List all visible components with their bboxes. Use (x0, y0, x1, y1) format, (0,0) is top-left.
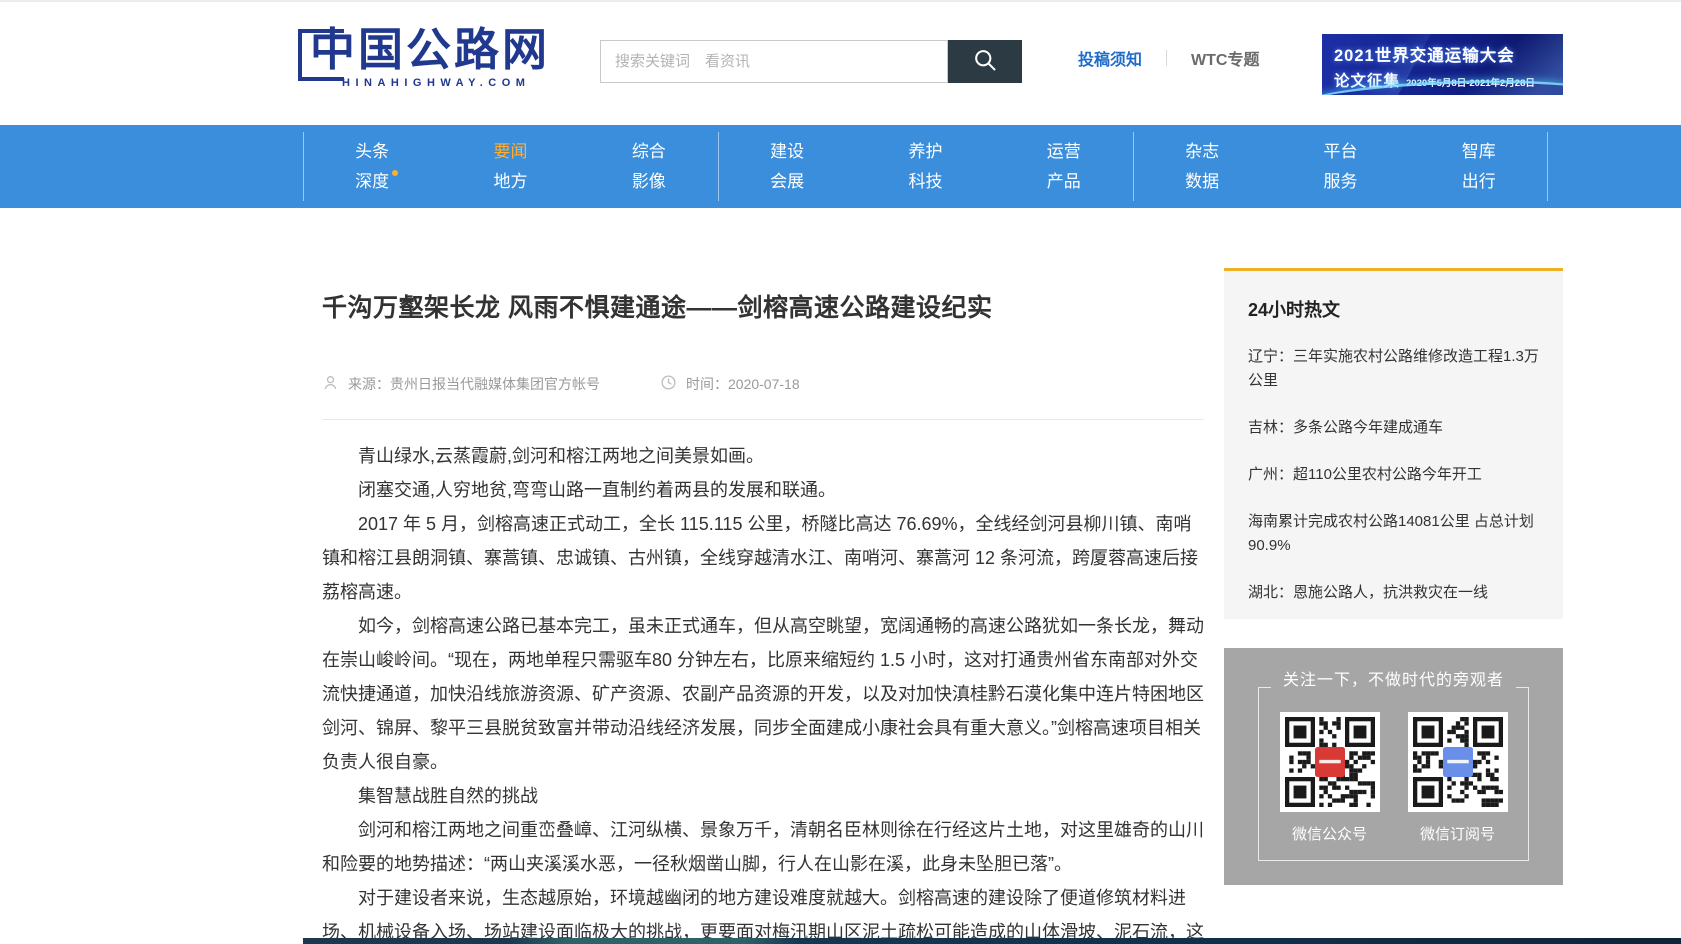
qr-code-image (1280, 712, 1380, 812)
nav-group-7: 杂志数据 (1133, 125, 1271, 208)
link-submission-notice[interactable]: 投稿须知 (1078, 46, 1142, 70)
hot-list: 辽宁：三年实施农村公路维修改造工程1.3万公里吉林：多条公路今年建成通车广州：超… (1248, 345, 1539, 605)
nav-item-要闻[interactable]: 要闻 (493, 143, 527, 160)
article: 千沟万壑架长龙 风雨不惧建通途——剑榕高速公路建设纪实 来源：贵州日报当代融媒体… (322, 268, 1204, 944)
nav-item-地方[interactable]: 地方 (493, 173, 527, 190)
nav-item-出行[interactable]: 出行 (1462, 173, 1496, 190)
article-paragraph: 青山绿水,云蒸霞蔚,剑河和榕江两地之间美景如画。 (322, 439, 1204, 473)
qr-column-1: 微信公众号 (1280, 712, 1380, 844)
nav-item-服务[interactable]: 服务 (1323, 173, 1357, 190)
nav-group-3: 综合影像 (580, 125, 718, 208)
qr-code-image (1408, 712, 1508, 812)
wtc-ad-banner[interactable]: 2021世界交通运输大会 论文征集 2020年5月8日-2021年2月28日 (1322, 34, 1563, 95)
hot-article-link[interactable]: 辽宁：三年实施农村公路维修改造工程1.3万公里 (1248, 345, 1539, 393)
article-time: 时间：2020-07-18 (660, 374, 800, 394)
article-source: 来源：贵州日报当代融媒体集团官方帐号 (322, 374, 600, 394)
nav-item-平台[interactable]: 平台 (1323, 143, 1357, 160)
article-paragraph: 集智慧战胜自然的挑战 (322, 779, 1204, 813)
main-nav: 头条深度要闻地方综合影像建设会展养护科技运营产品杂志数据平台服务智库出行 (0, 125, 1681, 208)
hot-article-link[interactable]: 湖北：恩施公路人，抗洪救灾在一线 (1248, 581, 1539, 605)
nav-item-头条[interactable]: 头条 (355, 143, 389, 160)
nav-item-数据[interactable]: 数据 (1185, 173, 1219, 190)
nav-group-2: 要闻地方 (441, 125, 579, 208)
footer-edge-bar (303, 938, 1681, 944)
page: 中国公路网 HINAHIGHWAY.COM 投稿须知 WTC专题 2021世界交… (0, 0, 1681, 944)
search-button[interactable] (948, 40, 1022, 83)
follow-panel: 关注一下，不做时代的旁观者 微信公众号 微信订阅号 (1224, 648, 1563, 885)
nav-menu: 头条深度要闻地方综合影像建设会展养护科技运营产品杂志数据平台服务智库出行 (303, 125, 1548, 208)
nav-group-6: 运营产品 (995, 125, 1133, 208)
nav-group-9: 智库出行 (1410, 125, 1548, 208)
article-time-text: 时间：2020-07-18 (686, 374, 800, 394)
article-title: 千沟万壑架长龙 风雨不惧建通途——剑榕高速公路建设纪实 (322, 288, 1204, 324)
article-paragraph: 如今，剑榕高速公路已基本完工，虽未正式通车，但从高空眺望，宽阔通畅的高速公路犹如… (322, 609, 1204, 779)
search-icon (972, 47, 999, 77)
clock-icon (660, 374, 677, 394)
nav-item-会展[interactable]: 会展 (770, 173, 804, 190)
hot-article-link[interactable]: 广州：超110公里农村公路今年开工 (1248, 463, 1539, 487)
banner-title: 2021世界交通运输大会 (1334, 42, 1563, 66)
header-links: 投稿须知 WTC专题 (1078, 46, 1259, 70)
site-logo[interactable]: 中国公路网 HINAHIGHWAY.COM (300, 20, 550, 89)
hot-articles-title: 24小时热文 (1248, 296, 1539, 322)
nav-item-杂志[interactable]: 杂志 (1185, 143, 1219, 160)
author-icon (322, 374, 339, 394)
article-meta: 来源：贵州日报当代融媒体集团官方帐号 时间：2020-07-18 (322, 374, 1204, 420)
hot-articles-panel: 24小时热文 辽宁：三年实施农村公路维修改造工程1.3万公里吉林：多条公路今年建… (1224, 268, 1563, 619)
article-paragraph: 对于建设者来说，生态越原始，环境越幽闭的地方建设难度就越大。剑榕高速的建设除了便… (322, 881, 1204, 944)
qr-label: 微信订阅号 (1420, 823, 1495, 844)
nav-item-深度[interactable]: 深度 (355, 173, 389, 190)
qr-label: 微信公众号 (1292, 823, 1367, 844)
nav-group-8: 平台服务 (1271, 125, 1409, 208)
article-paragraph: 闭塞交通,人穷地贫,弯弯山路一直制约着两县的发展和联通。 (322, 473, 1204, 507)
logo-bracket-icon (298, 29, 344, 81)
nav-item-建设[interactable]: 建设 (770, 143, 804, 160)
nav-item-综合[interactable]: 综合 (632, 143, 666, 160)
hot-article-link[interactable]: 海南累计完成农村公路14081公里 占总计划90.9% (1248, 510, 1539, 558)
nav-item-智库[interactable]: 智库 (1462, 143, 1496, 160)
nav-item-产品[interactable]: 产品 (1047, 173, 1081, 190)
nav-group-5: 养护科技 (856, 125, 994, 208)
article-paragraph: 剑河和榕江两地之间重峦叠嶂、江河纵横、景象万千，清朝名臣林则徐在行经这片土地，对… (322, 813, 1204, 881)
search-input[interactable] (600, 40, 948, 83)
hot-article-link[interactable]: 吉林：多条公路今年建成通车 (1248, 416, 1539, 440)
article-paragraph: 2017 年 5 月，剑榕高速正式动工，全长 115.115 公里，桥隧比高达 … (322, 507, 1204, 609)
new-badge-dot-icon (392, 170, 398, 176)
logo-title: 中国公路网 (310, 24, 550, 75)
article-source-text: 来源：贵州日报当代融媒体集团官方帐号 (348, 374, 600, 394)
nav-group-1: 头条深度 (303, 125, 441, 208)
link-divider (1166, 50, 1167, 66)
nav-item-影像[interactable]: 影像 (632, 173, 666, 190)
link-wtc-special[interactable]: WTC专题 (1191, 46, 1259, 70)
nav-item-养护[interactable]: 养护 (908, 143, 942, 160)
nav-item-科技[interactable]: 科技 (908, 173, 942, 190)
qr-row: 微信公众号 微信订阅号 (1224, 712, 1563, 844)
nav-item-运营[interactable]: 运营 (1047, 143, 1081, 160)
nav-group-4: 建设会展 (718, 125, 856, 208)
search-bar (600, 40, 1022, 83)
qr-column-2: 微信订阅号 (1408, 712, 1508, 844)
article-body: 青山绿水,云蒸霞蔚,剑河和榕江两地之间美景如画。闭塞交通,人穷地贫,弯弯山路一直… (322, 439, 1204, 944)
follow-title: 关注一下，不做时代的旁观者 (1224, 666, 1563, 690)
site-header: 中国公路网 HINAHIGHWAY.COM 投稿须知 WTC专题 2021世界交… (0, 0, 1681, 125)
logo-main: 中国公路网 (300, 20, 550, 81)
